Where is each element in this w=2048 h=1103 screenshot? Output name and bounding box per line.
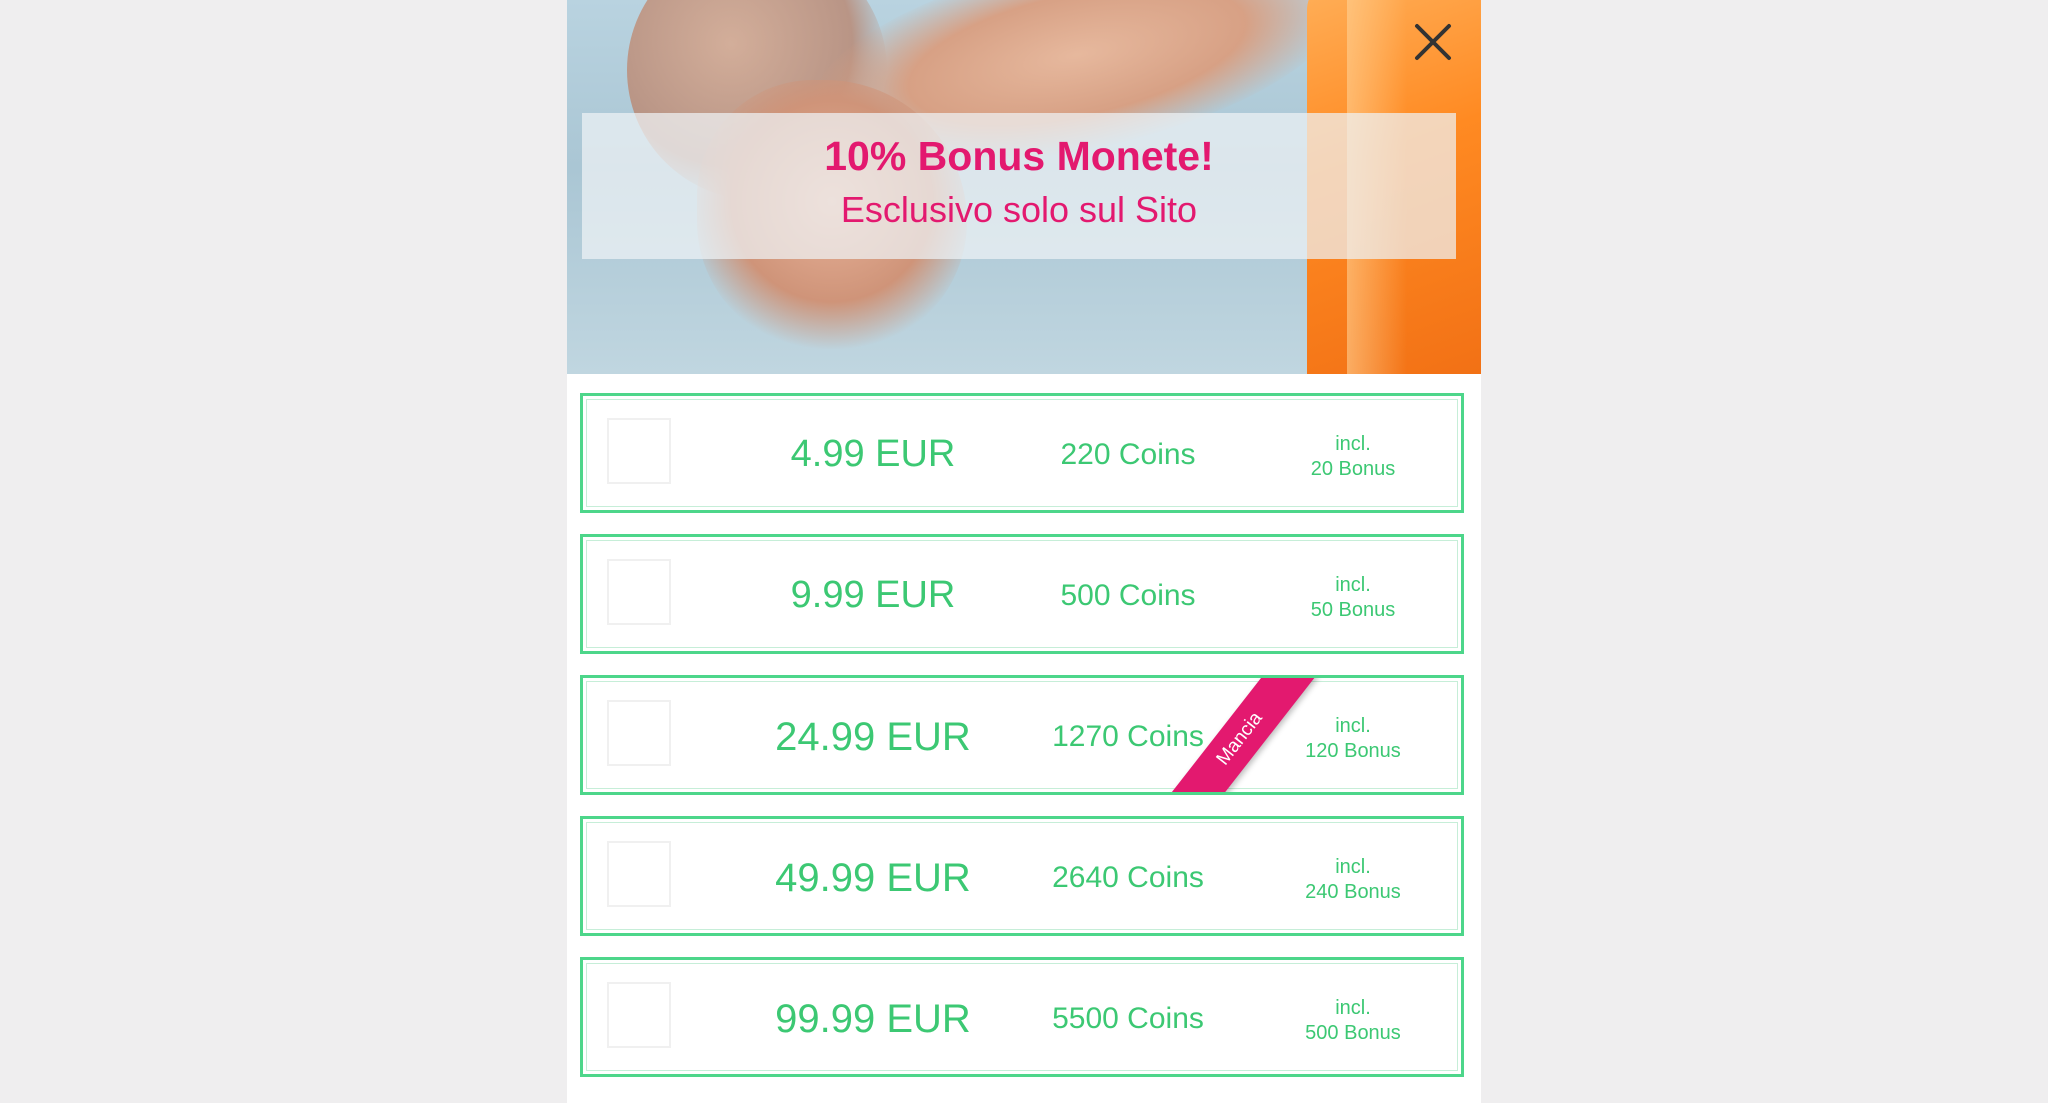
- promo-title: 10% Bonus Monete!: [824, 133, 1214, 179]
- offer-bonus-prefix: incl.: [1335, 715, 1371, 737]
- close-button[interactable]: [1405, 14, 1461, 70]
- offer-bonus-amount: 500 Bonus: [1305, 1022, 1401, 1044]
- offer-row[interactable]: 4.99 EUR 220 Coins incl. 20 Bonus: [580, 393, 1464, 513]
- offer-price: 4.99 EUR: [790, 433, 956, 475]
- offer-bonus: incl. 120 Bonus: [1273, 714, 1433, 764]
- offer-bonus-amount: 50 Bonus: [1310, 599, 1396, 621]
- checkbox-icon[interactable]: [607, 982, 671, 1048]
- promo-subtitle: Esclusivo solo sul Sito: [840, 189, 1198, 230]
- offer-bonus: incl. 20 Bonus: [1273, 432, 1433, 482]
- offer-bonus: incl. 500 Bonus: [1273, 996, 1433, 1046]
- offer-row[interactable]: 9.99 EUR 500 Coins incl. 50 Bonus: [580, 534, 1464, 654]
- promo-box: 10% Bonus Monete! Esclusivo solo sul Sit…: [582, 113, 1456, 259]
- offer-bonus: incl. 50 Bonus: [1273, 573, 1433, 623]
- checkbox-icon[interactable]: [607, 700, 671, 766]
- offer-bonus-amount: 120 Bonus: [1305, 740, 1401, 762]
- offer-bonus-amount: 240 Bonus: [1305, 881, 1401, 903]
- offer-bonus: incl. 240 Bonus: [1273, 855, 1433, 905]
- offer-coins: 5500 Coins: [1052, 1002, 1204, 1035]
- offer-row[interactable]: 49.99 EUR 2640 Coins incl. 240 Bonus: [580, 816, 1464, 936]
- offer-bonus-prefix: incl.: [1335, 574, 1371, 596]
- close-icon: [1415, 24, 1451, 60]
- offer-bonus-prefix: incl.: [1335, 997, 1371, 1019]
- offer-price: 49.99 EUR: [775, 856, 971, 900]
- offer-bonus-prefix: incl.: [1335, 433, 1371, 455]
- offer-coins: 220 Coins: [1060, 438, 1196, 471]
- checkbox-icon[interactable]: [607, 418, 671, 484]
- coin-purchase-modal: 10% Bonus Monete! Esclusivo solo sul Sit…: [567, 0, 1481, 1103]
- offer-bonus-prefix: incl.: [1335, 856, 1371, 878]
- offer-row[interactable]: 24.99 EUR 1270 Coins Mancia incl. 120 Bo…: [580, 675, 1464, 795]
- checkbox-icon[interactable]: [607, 559, 671, 625]
- offer-price: 9.99 EUR: [790, 574, 956, 616]
- offer-price: 24.99 EUR: [775, 715, 971, 759]
- hero-banner: 10% Bonus Monete! Esclusivo solo sul Sit…: [567, 0, 1481, 374]
- offer-price: 99.99 EUR: [775, 997, 971, 1041]
- offer-row[interactable]: 99.99 EUR 5500 Coins incl. 500 Bonus: [580, 957, 1464, 1077]
- offer-coins: 500 Coins: [1060, 579, 1196, 612]
- offer-bonus-amount: 20 Bonus: [1310, 458, 1396, 480]
- offer-coins: 2640 Coins: [1052, 861, 1204, 894]
- checkbox-icon[interactable]: [607, 841, 671, 907]
